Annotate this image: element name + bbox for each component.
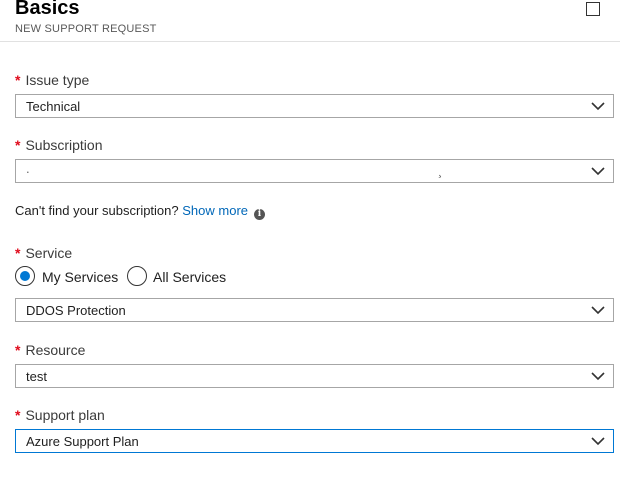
radio-circle (127, 266, 147, 286)
my-services-label[interactable]: My Services (42, 269, 118, 285)
issue-type-value: Technical (26, 99, 81, 114)
issue-type-label: * Issue type (15, 72, 90, 88)
subscription-label: * Subscription (15, 137, 103, 153)
my-services-radio[interactable] (15, 266, 37, 288)
required-marker: * (15, 72, 21, 88)
resource-dropdown[interactable]: test (15, 364, 614, 388)
page-subtitle: NEW SUPPORT REQUEST (15, 23, 157, 35)
subscription-value-tail: ¸ (438, 163, 443, 178)
subscription-value: . (26, 161, 30, 176)
chevron-down-icon (591, 167, 605, 176)
maximize-icon[interactable] (586, 2, 600, 16)
show-more-link[interactable]: Show more (182, 203, 248, 218)
support-request-blade: Basics NEW SUPPORT REQUEST * Issue type T… (0, 0, 620, 477)
required-marker: * (15, 137, 21, 153)
info-icon[interactable]: i (254, 209, 265, 220)
subscription-dropdown[interactable]: . ¸ (15, 159, 614, 183)
blade-header: Basics NEW SUPPORT REQUEST (0, 0, 620, 42)
chevron-down-icon (591, 372, 605, 381)
subscription-help: Can't find your subscription? Show more i (15, 203, 265, 220)
service-value: DDOS Protection (26, 303, 126, 318)
support-plan-value: Azure Support Plan (26, 434, 139, 449)
chevron-down-icon (591, 306, 605, 315)
resource-label: * Resource (15, 342, 86, 358)
resource-value: test (26, 369, 47, 384)
subscription-help-text: Can't find your subscription? (15, 203, 179, 218)
service-label: * Service (15, 245, 73, 261)
service-dropdown[interactable]: DDOS Protection (15, 298, 614, 322)
issue-type-dropdown[interactable]: Technical (15, 94, 614, 118)
radio-selected-dot (20, 271, 30, 281)
all-services-label[interactable]: All Services (153, 269, 226, 285)
chevron-down-icon (591, 437, 605, 446)
all-services-radio[interactable] (127, 266, 149, 288)
page-title: Basics (15, 0, 80, 19)
required-marker: * (15, 245, 21, 261)
required-marker: * (15, 407, 21, 423)
support-plan-label: * Support plan (15, 407, 105, 423)
support-plan-dropdown[interactable]: Azure Support Plan (15, 429, 614, 453)
required-marker: * (15, 342, 21, 358)
chevron-down-icon (591, 102, 605, 111)
